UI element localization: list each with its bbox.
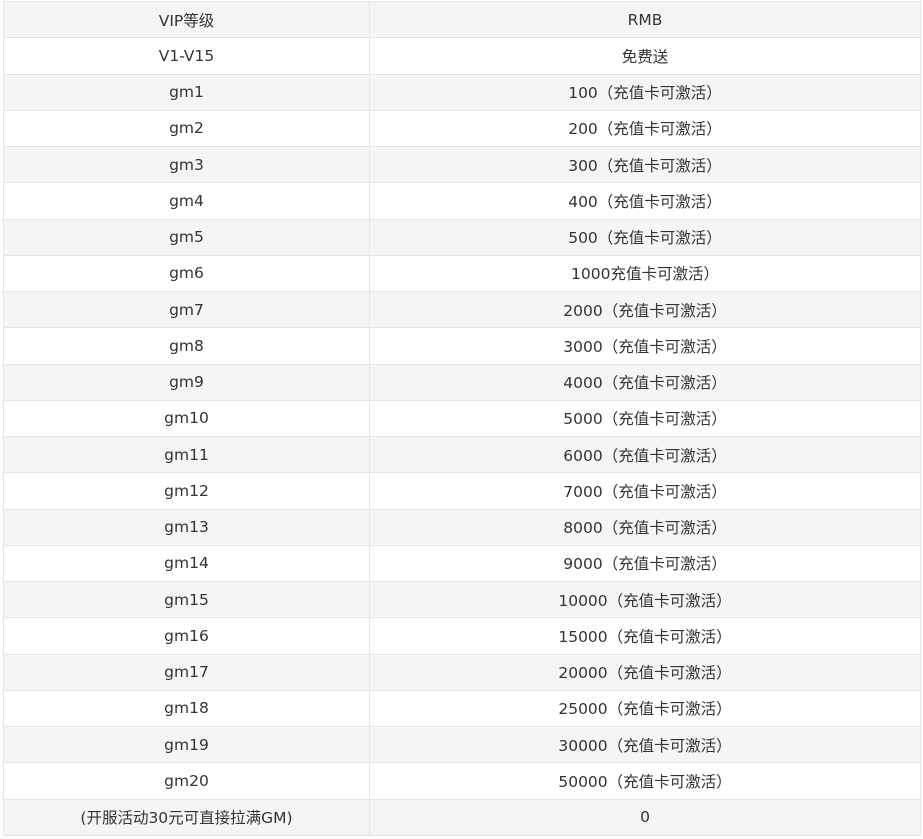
rmb-cell: 8000（充值卡可激活） [369,508,921,546]
table-row: gm5 500（充值卡可激活） [3,218,921,256]
table-row: gm3 300（充值卡可激活） [3,145,921,184]
table-row: gm4 400（充值卡可激活） [3,182,921,220]
rmb-cell: 7000（充值卡可激活） [369,472,921,510]
vip-level-cell: gm18 [3,689,370,728]
table-row: gm20 50000（充值卡可激活） [3,762,921,800]
table-row: gm9 4000（充值卡可激活） [3,363,921,401]
table-row: gm12 7000（充值卡可激活） [3,472,921,510]
table-row: gm6 1000充值卡可激活） [3,254,921,293]
vip-level-cell: gm17 [3,653,370,691]
table-row: gm14 9000（充值卡可激活） [3,544,921,583]
table-row: gm16 15000（充值卡可激活） [3,617,921,655]
table-row: gm17 20000（充值卡可激活） [3,653,921,691]
vip-level-cell: gm16 [3,617,370,655]
table-row: V1-V15 免费送 [3,37,921,75]
vip-level-cell: gm15 [3,580,370,619]
rmb-cell: 9000（充值卡可激活） [369,544,921,583]
vip-level-cell: gm13 [3,508,370,546]
rmb-cell: 0 [369,798,921,836]
table-row: gm13 8000（充值卡可激活） [3,508,921,546]
vip-rmb-table: VIP等级 RMB V1-V15 免费送 gm1 100（充值卡可激活） gm2… [3,0,921,836]
vip-level-cell: gm12 [3,472,370,510]
rmb-cell: 2000（充值卡可激活） [369,290,921,329]
vip-level-cell: gm11 [3,435,370,474]
vip-table-container: VIP等级 RMB V1-V15 免费送 gm1 100（充值卡可激活） gm2… [3,0,921,836]
vip-level-cell: gm8 [3,327,370,365]
vip-level-cell: gm14 [3,544,370,583]
table-row: (开服活动30元可直接拉满GM) 0 [3,798,921,836]
rmb-cell: 30000（充值卡可激活） [369,725,921,764]
rmb-cell: 5000（充值卡可激活） [369,399,921,438]
table-row: gm7 2000（充值卡可激活） [3,290,921,329]
vip-level-cell: gm3 [3,145,370,184]
table-row: gm8 3000（充值卡可激活） [3,327,921,365]
table-row: gm15 10000（充值卡可激活） [3,580,921,619]
table-row: gm1 100（充值卡可激活） [3,73,921,111]
vip-level-cell: gm5 [3,218,370,256]
rmb-cell: 20000（充值卡可激活） [369,653,921,691]
vip-level-cell: gm4 [3,182,370,220]
table-row: gm11 6000（充值卡可激活） [3,435,921,474]
table-row: gm19 30000（充值卡可激活） [3,725,921,764]
table-header-row: VIP等级 RMB [3,0,921,39]
vip-level-cell: gm1 [3,73,370,111]
rmb-cell: 300（充值卡可激活） [369,145,921,184]
vip-level-cell: gm20 [3,762,370,800]
rmb-cell: 10000（充值卡可激活） [369,580,921,619]
rmb-cell: 免费送 [369,37,921,75]
table-row: gm10 5000（充值卡可激活） [3,399,921,438]
rmb-cell: 6000（充值卡可激活） [369,435,921,474]
vip-level-cell: gm2 [3,109,370,148]
header-vip-level: VIP等级 [3,0,370,39]
rmb-cell: 4000（充值卡可激活） [369,363,921,401]
rmb-cell: 3000（充值卡可激活） [369,327,921,365]
rmb-cell: 1000充值卡可激活） [369,254,921,293]
vip-level-cell: gm6 [3,254,370,293]
table-row: gm2 200（充值卡可激活） [3,109,921,148]
vip-level-cell: V1-V15 [3,37,370,75]
rmb-cell: 25000（充值卡可激活） [369,689,921,728]
rmb-cell: 200（充值卡可激活） [369,109,921,148]
rmb-cell: 500（充值卡可激活） [369,218,921,256]
rmb-cell: 50000（充值卡可激活） [369,762,921,800]
header-rmb: RMB [369,0,921,39]
vip-level-cell: (开服活动30元可直接拉满GM) [3,798,370,836]
vip-level-cell: gm10 [3,399,370,438]
rmb-cell: 400（充值卡可激活） [369,182,921,220]
vip-level-cell: gm19 [3,725,370,764]
vip-level-cell: gm9 [3,363,370,401]
rmb-cell: 15000（充值卡可激活） [369,617,921,655]
rmb-cell: 100（充值卡可激活） [369,73,921,111]
table-row: gm18 25000（充值卡可激活） [3,689,921,728]
vip-level-cell: gm7 [3,290,370,329]
